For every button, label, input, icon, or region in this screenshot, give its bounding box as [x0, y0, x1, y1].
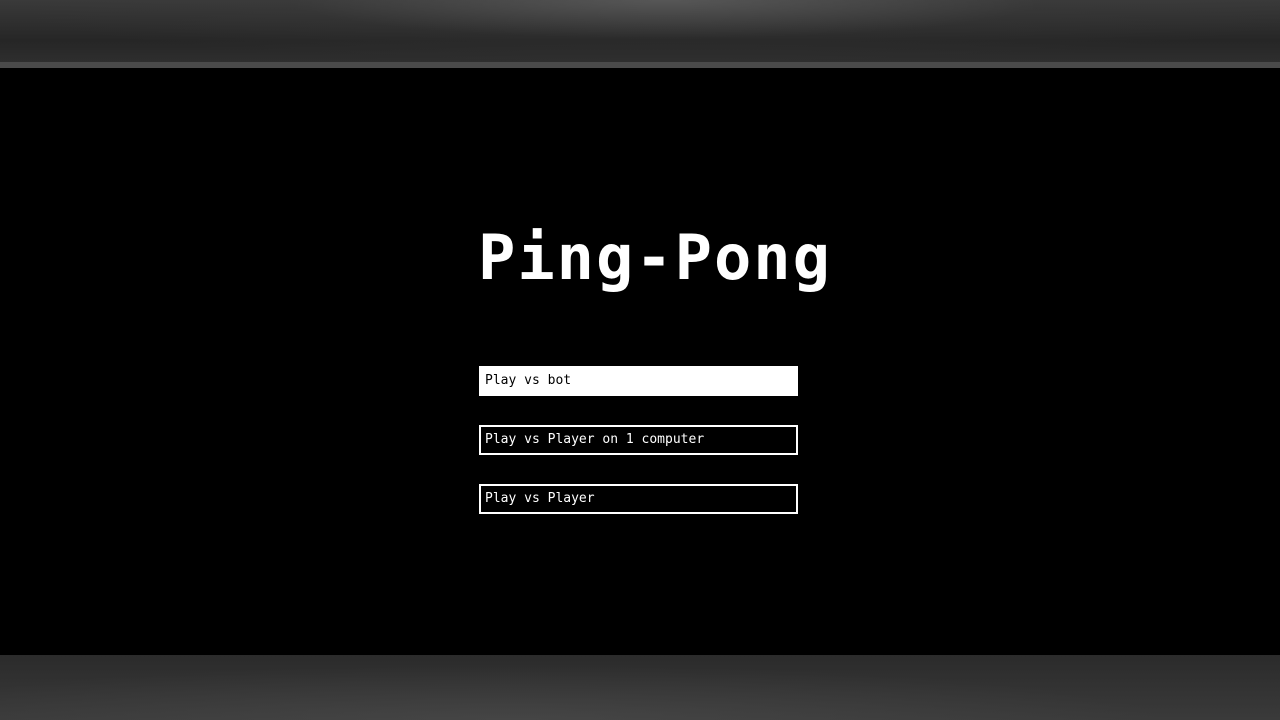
backdrop-top: [0, 0, 1280, 68]
play-vs-player-button[interactable]: Play vs Player: [479, 484, 798, 514]
game-canvas: Ping-Pong Play vs bot Play vs Player on …: [0, 68, 1280, 655]
play-vs-player-local-button[interactable]: Play vs Player on 1 computer: [479, 425, 798, 455]
backdrop-bottom: [0, 655, 1280, 720]
play-vs-bot-button[interactable]: Play vs bot: [479, 366, 798, 396]
game-title: Ping-Pong: [478, 221, 832, 294]
